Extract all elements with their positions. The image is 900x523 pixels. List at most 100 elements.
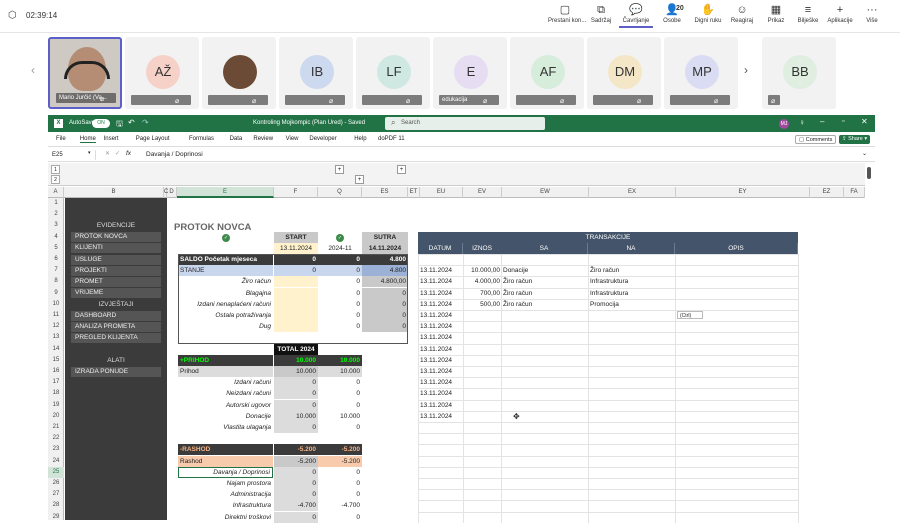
- column-header[interactable]: A: [48, 187, 64, 198]
- ribbon-tab[interactable]: Insert: [104, 136, 119, 142]
- tx-from[interactable]: Donacije: [501, 265, 588, 276]
- transactions-title[interactable]: TRANSAKCIJE: [418, 231, 798, 243]
- transactions-header[interactable]: SA: [501, 242, 588, 254]
- prihod-label[interactable]: Prihod: [178, 366, 273, 377]
- prihod-item-value[interactable]: 10.000: [318, 411, 362, 422]
- rashod-item-value[interactable]: 0: [274, 511, 318, 523]
- column-header[interactable]: ES: [362, 187, 408, 198]
- month-label[interactable]: 2024-11: [318, 243, 362, 254]
- participant-tile[interactable]: Mario Jurčić (Va... ⌀: [48, 37, 122, 109]
- enter-icon[interactable]: ✓: [115, 150, 120, 157]
- row-header[interactable]: 18: [48, 388, 64, 399]
- tx-date[interactable]: 13.11.2024: [418, 400, 464, 411]
- transactions-header[interactable]: NA: [588, 242, 675, 254]
- sidebar-item[interactable]: VRIJEME: [71, 288, 161, 299]
- row-header[interactable]: 19: [48, 400, 64, 411]
- teams-button-8[interactable]: + Aplikacije: [823, 3, 857, 31]
- row-header[interactable]: 23: [48, 444, 64, 455]
- column-header[interactable]: FA: [844, 187, 865, 198]
- column-header[interactable]: EX: [589, 187, 676, 198]
- sidebar-item[interactable]: PROTOK NOVCA: [71, 232, 161, 243]
- rashod-header[interactable]: -RASHOD: [178, 444, 273, 456]
- tx-amount[interactable]: 10.000,00: [463, 265, 502, 276]
- start-date[interactable]: 13.11.2024: [274, 242, 318, 254]
- rashod-item-value[interactable]: 0: [318, 489, 362, 500]
- column-header[interactable]: D: [167, 187, 177, 198]
- prihod-header[interactable]: +PRIHOD: [178, 354, 273, 366]
- row-header[interactable]: 15: [48, 355, 64, 366]
- search-box[interactable]: ⌕ Search: [385, 117, 545, 130]
- teams-button-1[interactable]: ⧉ Sadržaj: [584, 3, 618, 31]
- sidebar-item[interactable]: DASHBOARD: [71, 310, 161, 321]
- column-header[interactable]: EZ: [810, 187, 844, 198]
- tx-date[interactable]: 13.11.2024: [418, 411, 464, 422]
- prihod-total[interactable]: 10.000: [274, 354, 318, 366]
- prihod-item-label[interactable]: Autorski ugovor: [178, 400, 273, 411]
- rashod-item-value[interactable]: 0: [318, 512, 362, 523]
- chevron-down-icon[interactable]: ▾: [88, 150, 91, 156]
- row-header[interactable]: 17: [48, 377, 64, 388]
- row-header[interactable]: 10: [48, 299, 64, 310]
- column-header[interactable]: EV: [463, 187, 502, 198]
- row-header[interactable]: 5: [48, 243, 64, 254]
- save-icon[interactable]: 🖫: [116, 118, 123, 132]
- ribbon-tab[interactable]: Formulas: [189, 136, 214, 142]
- row-header[interactable]: 1: [48, 198, 64, 209]
- sidebar-item[interactable]: ANALIZA PROMETA: [71, 321, 161, 332]
- start-header[interactable]: START: [274, 231, 318, 243]
- row-header[interactable]: 11: [48, 310, 64, 321]
- filename[interactable]: Kontroling Mojkompic (Plan Ured) - Saved: [253, 120, 365, 126]
- fx-icon[interactable]: fx: [126, 150, 131, 157]
- row-header[interactable]: 3: [48, 220, 64, 231]
- ribbon-tab[interactable]: View: [286, 136, 299, 142]
- sutra-header[interactable]: SUTRA: [362, 231, 408, 243]
- tx-date[interactable]: 13.11.2024: [418, 265, 464, 276]
- rashod-item-label[interactable]: Infrastruktura: [178, 500, 273, 511]
- participant-tile[interactable]: ⌀: [202, 37, 276, 109]
- tx-amount[interactable]: 500,00: [463, 299, 502, 310]
- row-header[interactable]: 9: [48, 288, 64, 299]
- participant-tile[interactable]: Eedukacija ⌀: [433, 37, 507, 109]
- row-header[interactable]: 6: [48, 254, 64, 265]
- tx-date[interactable]: 13.11.2024: [418, 288, 464, 299]
- prihod-item-value[interactable]: 0: [274, 399, 318, 411]
- column-header[interactable]: EU: [420, 187, 463, 198]
- rashod-item-value[interactable]: 0: [318, 478, 362, 489]
- column-header[interactable]: ET: [408, 187, 420, 198]
- ribbon-tab[interactable]: Help: [354, 136, 366, 142]
- column-header[interactable]: EW: [502, 187, 589, 198]
- undo-icon[interactable]: ↶: [128, 118, 135, 127]
- comments-button[interactable]: ▢ Comments: [795, 135, 837, 144]
- transactions-header[interactable]: DATUM: [418, 242, 463, 254]
- transactions-header[interactable]: IZNOS: [463, 242, 502, 254]
- rashod-value[interactable]: -5.200: [318, 455, 362, 467]
- formula-input[interactable]: Davanja / Doprinosi: [146, 151, 203, 158]
- prihod-item-value[interactable]: 10.000: [274, 410, 318, 422]
- row-header[interactable]: 12: [48, 321, 64, 332]
- prihod-item-value[interactable]: 0: [274, 388, 318, 400]
- autosave-toggle[interactable]: ON: [92, 119, 110, 128]
- ribbon-tab[interactable]: Review: [253, 136, 273, 142]
- row-header[interactable]: 26: [48, 478, 64, 489]
- close-icon[interactable]: ✕: [861, 117, 868, 126]
- row-header[interactable]: 25: [48, 466, 64, 478]
- tx-from[interactable]: Žiro račun: [501, 288, 588, 299]
- prihod-item-value[interactable]: 0: [318, 388, 362, 399]
- tx-date[interactable]: 13.11.2024: [418, 344, 464, 355]
- expand-group-button[interactable]: +: [397, 165, 406, 174]
- chevron-left-icon[interactable]: ‹: [31, 63, 35, 77]
- rashod-item-value[interactable]: 0: [274, 489, 318, 501]
- tx-from[interactable]: Žiro račun: [501, 276, 588, 287]
- rashod-label[interactable]: Rashod: [178, 455, 273, 467]
- tx-date[interactable]: 13.11.2024: [418, 299, 464, 310]
- row-header[interactable]: 7: [48, 265, 64, 276]
- sidebar-item[interactable]: PROMET: [71, 276, 161, 287]
- expand-chevron-icon[interactable]: ⌄: [862, 150, 867, 157]
- tx-amount[interactable]: 4.000,00: [463, 276, 502, 287]
- prihod-item-value[interactable]: 0: [274, 377, 318, 389]
- rashod-item-value[interactable]: 0: [318, 467, 362, 478]
- rashod-item-label[interactable]: Najam prostora: [178, 478, 273, 489]
- ribbon-tab[interactable]: File: [56, 136, 66, 142]
- teams-button-3[interactable]: 👤 20 Osobe: [655, 3, 689, 31]
- participant-tile[interactable]: AŽ ⌀: [125, 37, 199, 109]
